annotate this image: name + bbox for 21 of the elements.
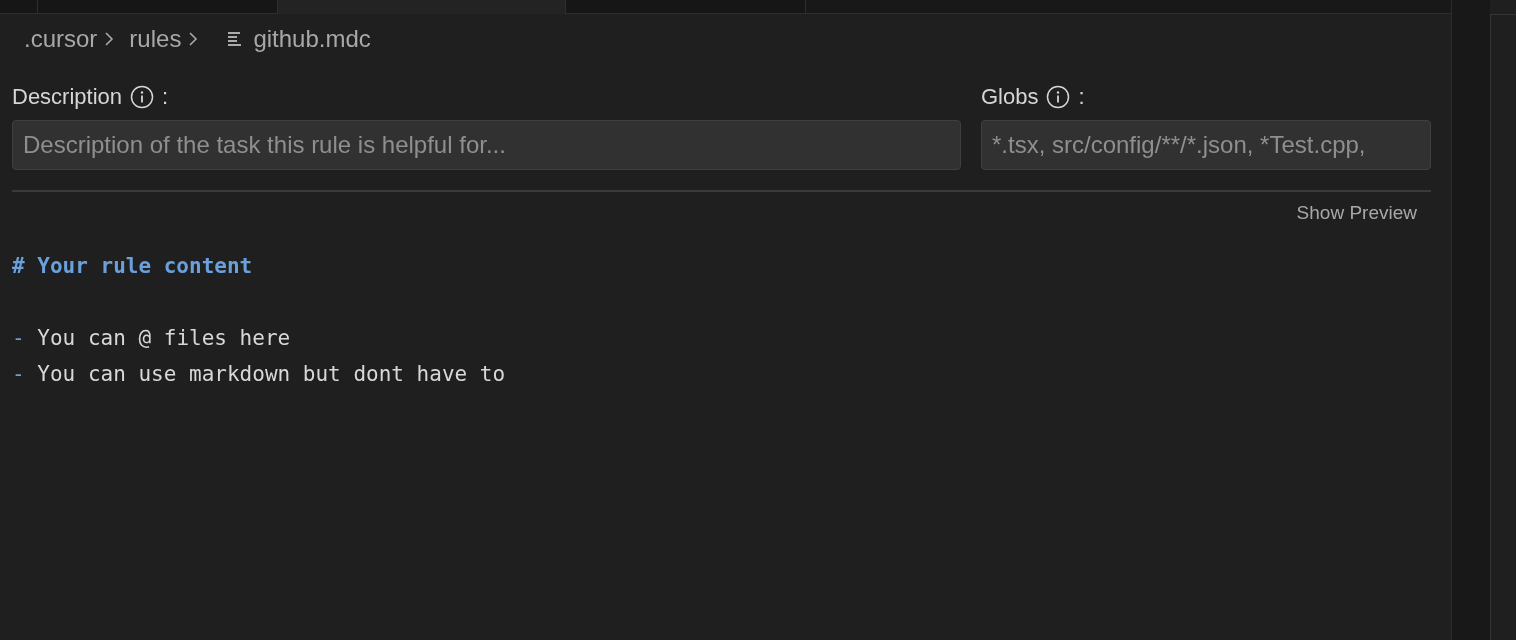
info-icon[interactable] [1046,85,1071,109]
chevron-right-icon [187,30,200,48]
file-lines-icon [227,30,244,48]
markdown-heading: # Your rule content [12,253,253,280]
breadcrumb-item[interactable]: github.mdc [253,25,371,53]
show-preview-button[interactable]: Show Preview [1294,200,1419,226]
label-colon: : [162,84,169,110]
field-label: Description [12,84,123,110]
list-marker: - [12,361,25,388]
info-icon[interactable] [130,85,155,109]
editor-tab[interactable] [278,0,566,14]
breadcrumb-item[interactable]: .cursor [24,25,98,53]
list-marker: - [12,325,25,352]
label-colon: : [1078,84,1085,110]
globs-field[interactable]: *.tsx, src/config/**/*.json, *Test.cpp, [981,120,1431,170]
list-item-text: You can use markdown but dont have to [37,361,506,388]
breadcrumb-item[interactable]: rules [129,25,182,53]
list-item-text: You can @ files here [37,325,291,352]
chevron-right-icon [103,30,116,48]
description-field[interactable]: Description of the task this rule is helpful for... [12,120,961,170]
field-label: Globs [981,84,1039,110]
